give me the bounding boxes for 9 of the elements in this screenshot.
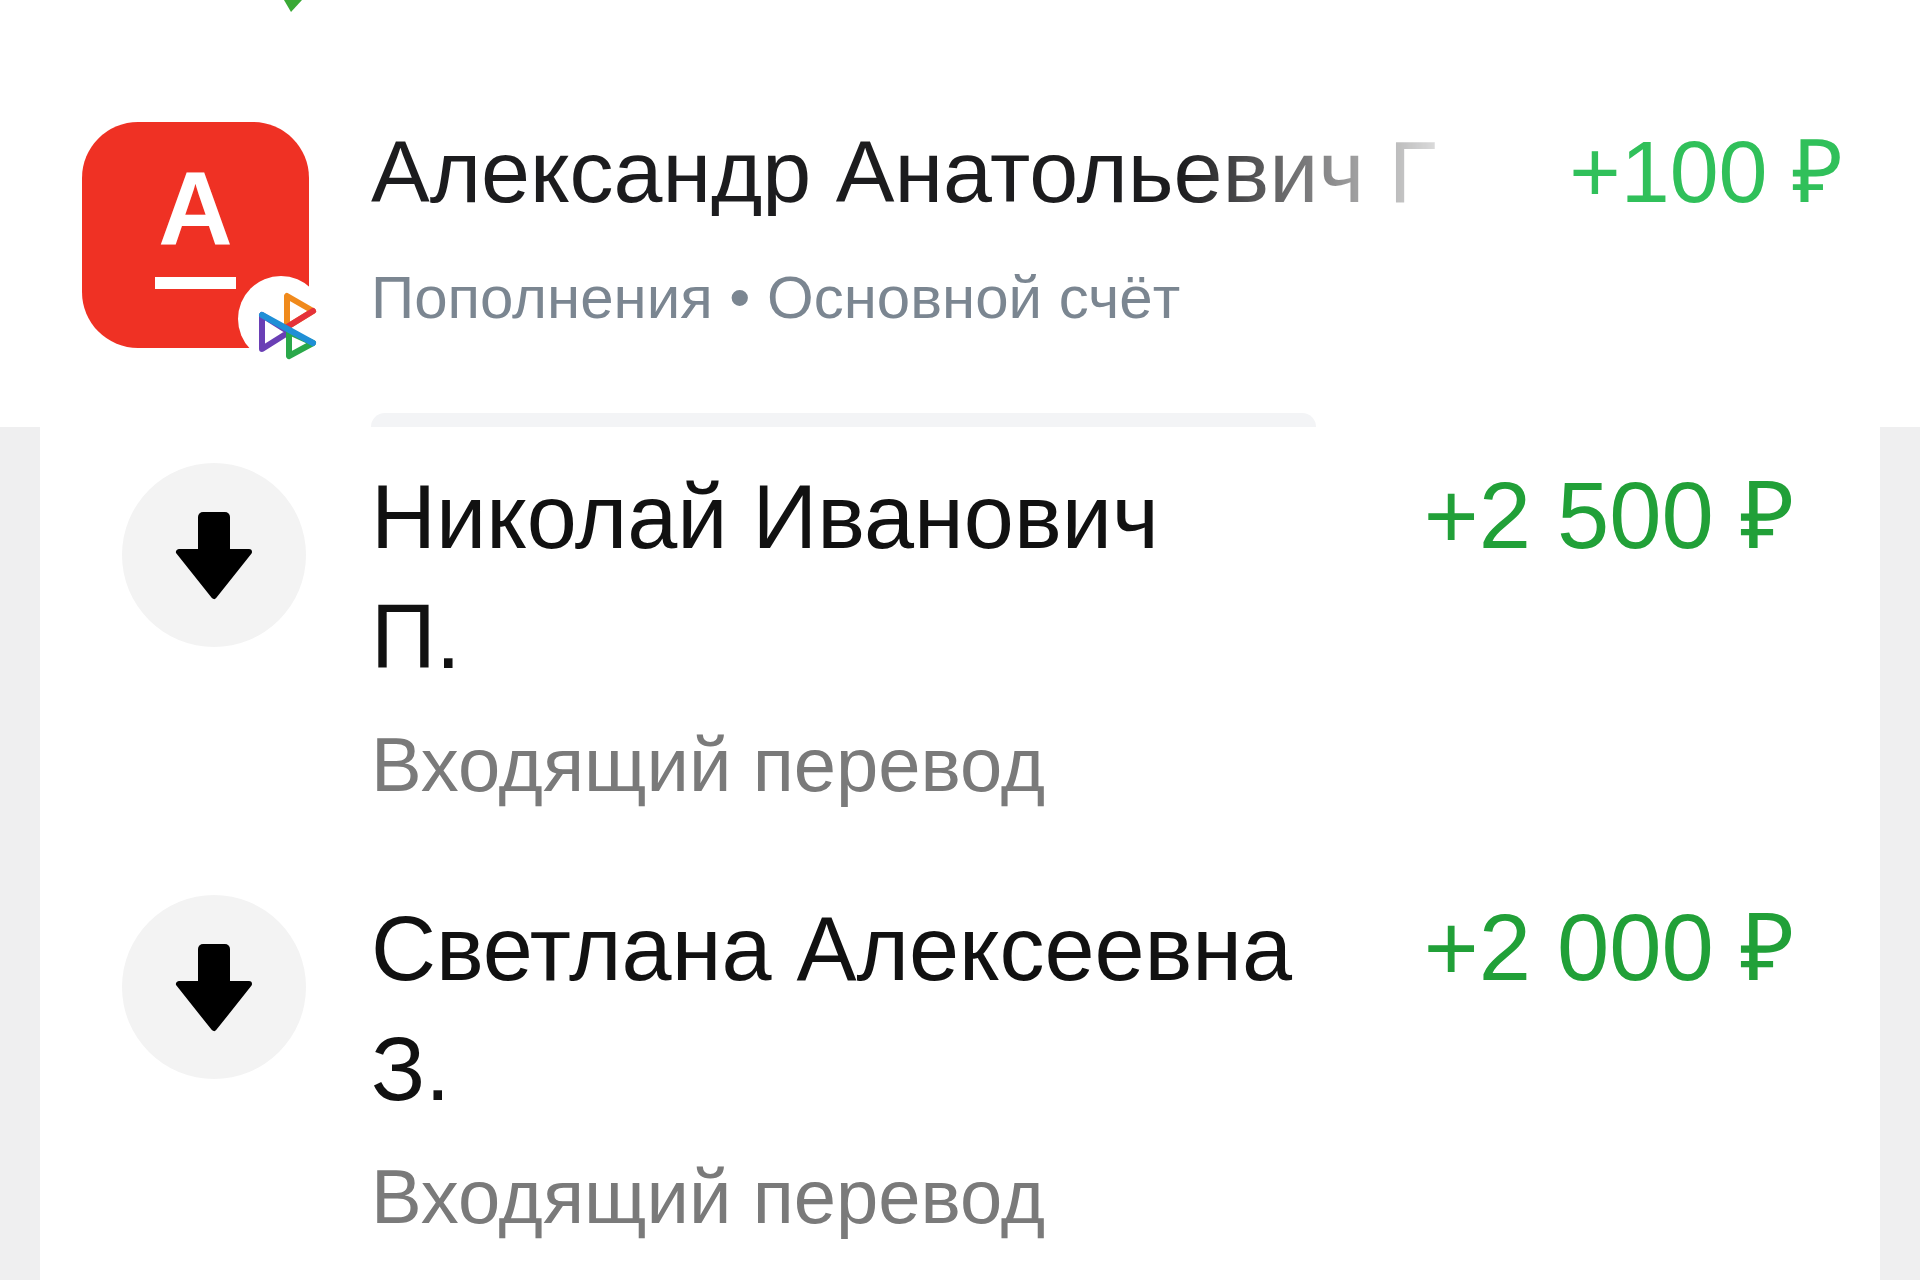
sender-name: Николай Иванович П. xyxy=(371,466,1159,689)
bank-logo: А xyxy=(82,122,309,348)
amount: +2 500 ₽ xyxy=(1423,462,1795,570)
operation-details: Пополнения • Основной счёт xyxy=(371,268,1182,328)
sender-name: Светлана Алексеевна З. xyxy=(371,898,1293,1121)
amount: +100 ₽ xyxy=(1569,128,1843,216)
triangle-icon xyxy=(284,0,302,12)
sender-name: Александр Анатольевич Г xyxy=(371,128,1437,216)
amount: +2 000 ₽ xyxy=(1423,894,1795,1002)
